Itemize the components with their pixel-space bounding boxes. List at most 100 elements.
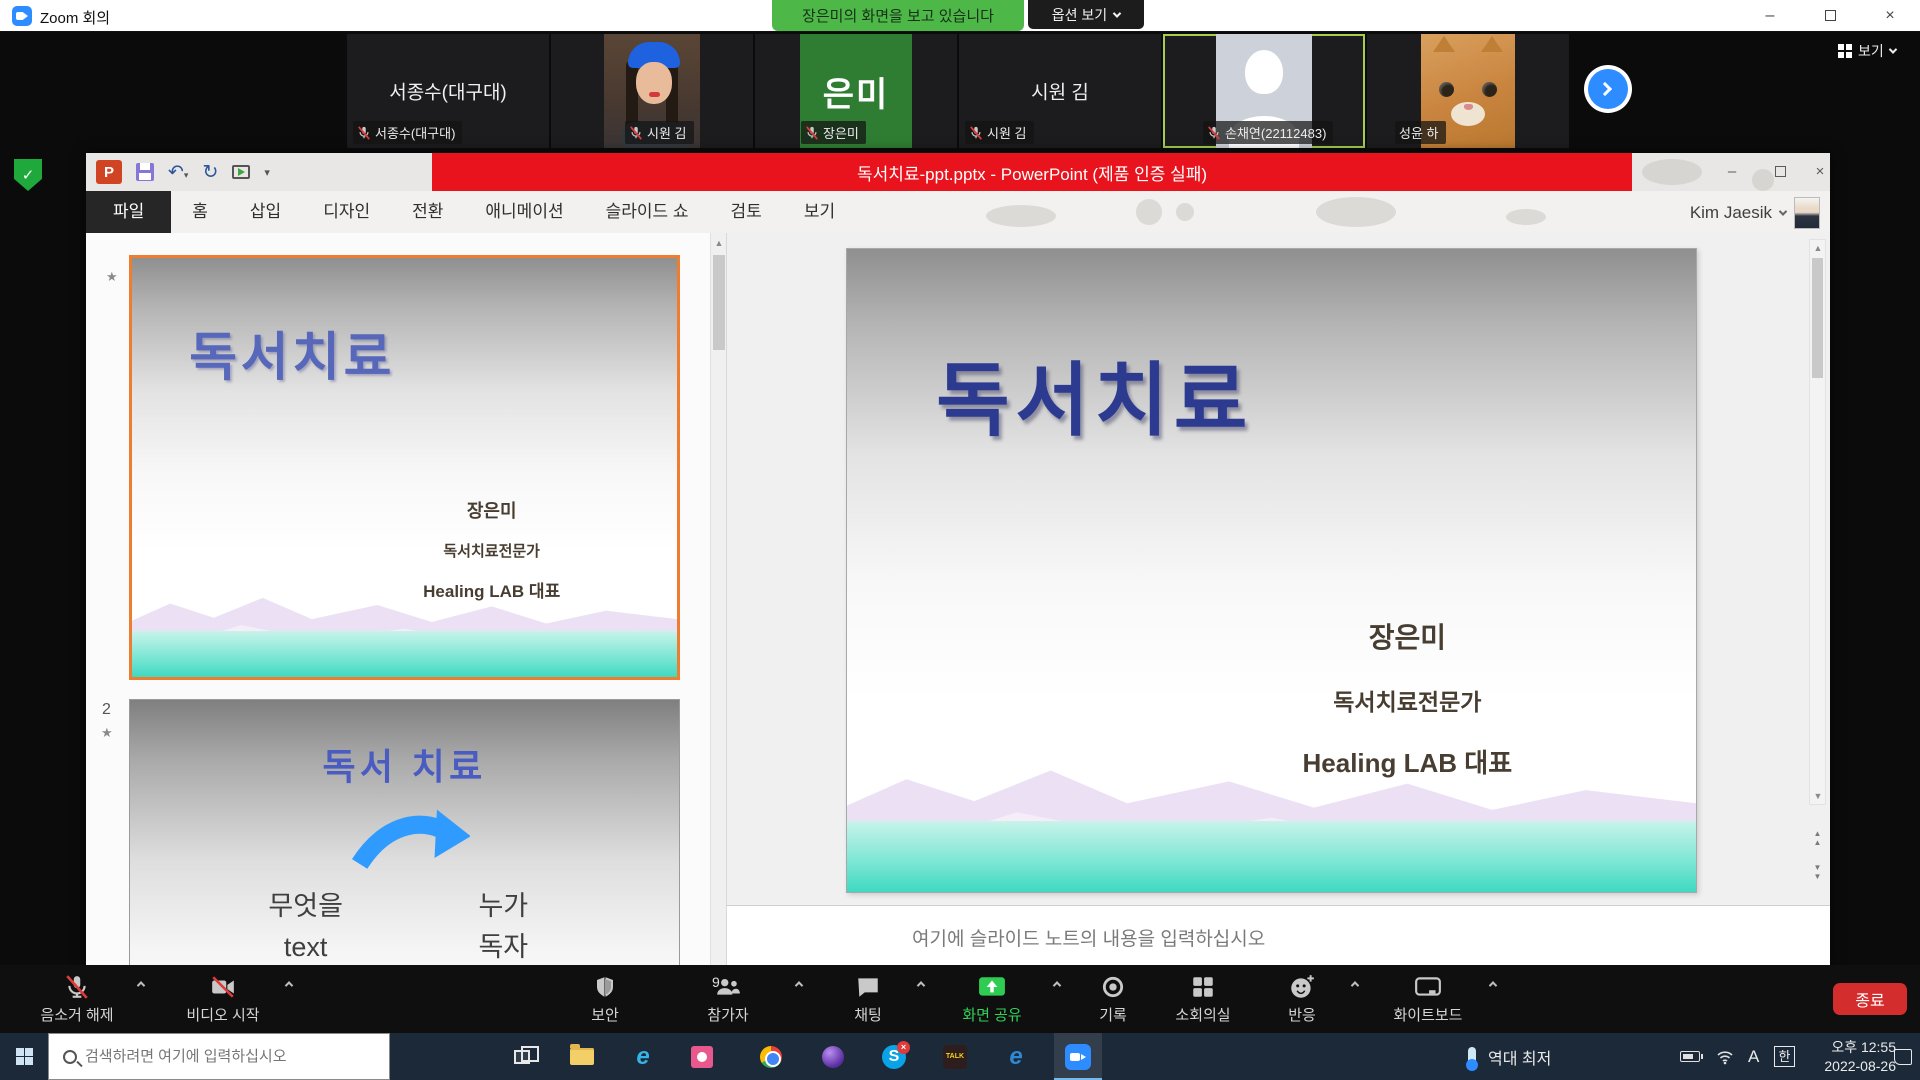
skype-button[interactable]: S× — [870, 1033, 918, 1080]
grid-view-icon — [1838, 44, 1852, 58]
video-options-chevron[interactable] — [285, 981, 293, 989]
share-options-chevron[interactable] — [1053, 981, 1061, 989]
mic-muted-icon — [357, 126, 371, 140]
security-button[interactable]: 보안 — [565, 972, 645, 1025]
chat-options-chevron[interactable] — [917, 981, 925, 989]
chevron-down-icon — [1889, 45, 1897, 53]
internet-explorer-icon: e — [636, 1043, 649, 1071]
minimize-button[interactable]: – — [1758, 4, 1782, 28]
internet-explorer-button[interactable]: e — [619, 1033, 667, 1080]
account-area[interactable]: Kim Jaesik — [1690, 197, 1820, 229]
ppt-minimize-button[interactable]: – — [1717, 161, 1747, 183]
tab-transitions[interactable]: 전환 — [391, 191, 464, 233]
edge-button[interactable]: e — [992, 1033, 1040, 1080]
tab-animations[interactable]: 애니메이션 — [464, 191, 584, 233]
participant-tile: 시원 김 — [551, 34, 753, 148]
start-video-button[interactable]: 비디오 시작 — [168, 972, 278, 1025]
taskbar-search[interactable] — [48, 1033, 390, 1080]
search-input[interactable] — [85, 1048, 389, 1065]
view-options-dropdown[interactable]: 옵션 보기 — [1028, 0, 1144, 29]
zoom-window-titlebar: Zoom 회의 장은미의 화면을 보고 있습니다 옵션 보기 – × — [0, 0, 1920, 32]
task-view-button[interactable] — [498, 1033, 546, 1080]
battery-indicator[interactable] — [1680, 1033, 1700, 1080]
leave-meeting-button[interactable]: 종료 — [1833, 983, 1907, 1015]
curved-arrow-icon — [350, 806, 471, 874]
powerpoint-logo-icon[interactable]: P — [96, 160, 122, 184]
chrome-button[interactable] — [747, 1033, 795, 1080]
edge-icon: e — [1009, 1043, 1022, 1071]
slide-teal-art — [132, 631, 677, 677]
reactions-button[interactable]: 반응 — [1262, 972, 1342, 1025]
tab-design[interactable]: 디자인 — [302, 191, 391, 233]
participant-name-tag: 서종수(대구대) — [353, 121, 462, 144]
participants-options-chevron[interactable] — [795, 981, 803, 989]
folder-icon — [570, 1048, 594, 1065]
scrollbar-thumb[interactable] — [1812, 258, 1823, 378]
tab-insert[interactable]: 삽입 — [229, 191, 302, 233]
notification-icon — [1894, 1049, 1912, 1065]
slide2-right-textbox: 누가독자 — [437, 886, 569, 965]
ime-korean-indicator[interactable]: 한 — [1774, 1033, 1795, 1080]
slide-thumbnail-1[interactable]: 독서치료 장은미 독서치료전문가 Healing LAB 대표 — [129, 255, 680, 680]
gallery-view-button[interactable]: 보기 — [1838, 38, 1896, 64]
start-slideshow-icon[interactable] — [232, 165, 250, 179]
next-slide-button[interactable]: ▼▼ — [1809, 863, 1826, 887]
customize-qat-icon[interactable]: ▾ — [264, 166, 271, 179]
breakout-rooms-button[interactable]: 소회의실 — [1158, 972, 1248, 1025]
kakaotalk-button[interactable]: TALK — [931, 1033, 979, 1080]
slide-credits-textbox[interactable]: 장은미 독서치료전문가 Healing LAB 대표 — [1170, 616, 1645, 780]
slide-thumbnail-2[interactable]: 독서 치료 무엇을text 누가독자 — [129, 699, 680, 965]
clock[interactable]: 오후 12:55 2022-08-26 — [1810, 1033, 1896, 1080]
maximize-button[interactable] — [1818, 4, 1842, 28]
tab-home[interactable]: 홈 — [171, 191, 229, 233]
slide2-title-text: 독서 치료 — [130, 738, 679, 790]
participants-button[interactable]: 9 참가자 — [678, 972, 778, 1025]
app-button[interactable] — [809, 1033, 857, 1080]
tab-file[interactable]: 파일 — [86, 191, 171, 233]
scrollbar-thumb[interactable] — [713, 255, 725, 350]
mute-options-chevron[interactable] — [137, 981, 145, 989]
weather-widget[interactable]: 역대 최저 — [1468, 1033, 1551, 1080]
camera-off-icon — [209, 974, 237, 1000]
reactions-options-chevron[interactable] — [1351, 981, 1359, 989]
whiteboard-options-chevron[interactable] — [1489, 981, 1497, 989]
record-button[interactable]: 기록 — [1078, 972, 1148, 1025]
search-icon — [63, 1050, 77, 1064]
scroll-up-icon[interactable]: ▲ — [1810, 240, 1826, 256]
chat-button[interactable]: 채팅 — [828, 972, 908, 1025]
participant-name-tag: 시원 김 — [625, 121, 694, 144]
whiteboard-button[interactable]: 화이트보드 — [1378, 972, 1478, 1025]
slide-title-text: 독서치료 — [189, 315, 395, 390]
account-photo — [1794, 197, 1820, 229]
redo-icon[interactable]: ↻ — [202, 163, 218, 182]
notes-pane[interactable]: 여기에 슬라이드 노트의 내용을 입력하십시오 — [726, 905, 1830, 965]
file-explorer-button[interactable] — [558, 1033, 606, 1080]
participant-strip: 서종수(대구대) 서종수(대구대) 시원 김 은미 장은미 — [0, 32, 1920, 150]
photos-app-button[interactable] — [678, 1033, 726, 1080]
save-icon[interactable] — [136, 163, 154, 181]
editor-scrollbar[interactable]: ▲ ▼ — [1809, 239, 1826, 805]
ppt-close-button[interactable]: × — [1805, 161, 1830, 183]
previous-slide-button[interactable]: ▲▲ — [1809, 829, 1826, 853]
slide-title-textbox[interactable]: 독서치료 — [936, 336, 1253, 452]
tab-review[interactable]: 검토 — [710, 191, 783, 233]
scroll-up-icon[interactable]: ▲ — [711, 235, 727, 251]
share-screen-button[interactable]: 화면 공유 — [942, 972, 1042, 1025]
action-center-button[interactable] — [1894, 1033, 1912, 1080]
main-slide-canvas[interactable]: 독서치료 장은미 독서치료전문가 Healing LAB 대표 — [846, 248, 1697, 893]
thumbnail-scrollbar[interactable]: ▲ — [710, 233, 726, 965]
close-button[interactable]: × — [1878, 4, 1902, 28]
network-indicator[interactable] — [1716, 1033, 1734, 1080]
slide1-animation-star: ★ — [106, 269, 118, 285]
start-button[interactable] — [0, 1033, 48, 1080]
scroll-down-icon[interactable]: ▼ — [1810, 788, 1826, 804]
ime-latin-indicator[interactable]: A — [1748, 1033, 1759, 1080]
zoom-taskbar-button[interactable] — [1054, 1033, 1102, 1080]
next-participants-button[interactable] — [1588, 69, 1628, 109]
unmute-button[interactable]: 음소거 해제 — [22, 972, 132, 1025]
participant-tile: 성윤 하 — [1367, 34, 1569, 148]
tab-view[interactable]: 보기 — [783, 191, 856, 233]
photos-icon — [691, 1046, 713, 1068]
tab-slideshow[interactable]: 슬라이드 쇼 — [585, 191, 710, 233]
undo-icon[interactable]: ↶▾ — [168, 163, 188, 182]
